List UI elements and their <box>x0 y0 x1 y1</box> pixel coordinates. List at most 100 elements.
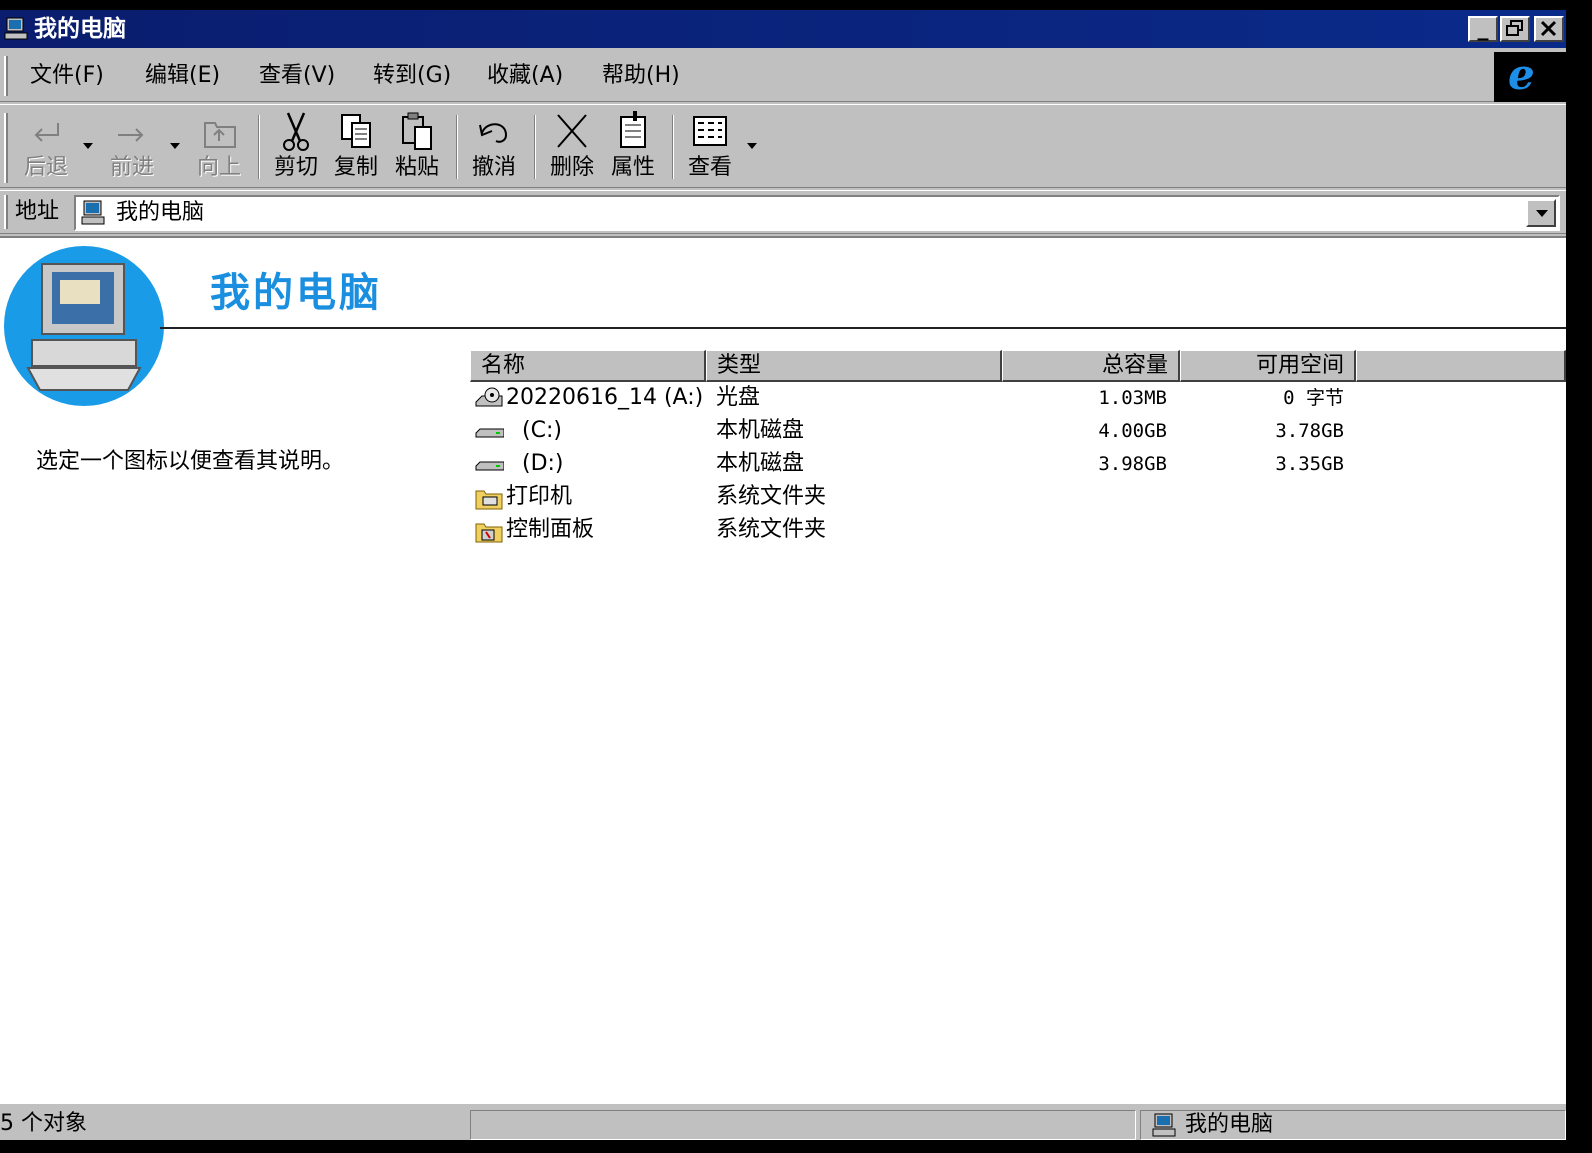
row-total-size: 3.98GB <box>1098 453 1167 475</box>
restore-button[interactable] <box>1500 16 1530 42</box>
views-label: 查看 <box>687 155 732 180</box>
my-computer-large-icon <box>4 246 164 406</box>
menu-view[interactable]: 查看(V) <box>259 62 335 90</box>
screen-edge <box>1566 0 1592 1153</box>
row-type: 本机磁盘 <box>716 451 805 476</box>
menu-grip[interactable] <box>4 56 8 96</box>
status-bar: 5 个对象 我的电脑 <box>0 1106 1566 1140</box>
address-grip[interactable] <box>4 195 8 229</box>
row-free-space: 3.35GB <box>1275 453 1344 475</box>
paste-button[interactable]: 粘贴 <box>388 109 446 183</box>
forward-dropdown-icon[interactable] <box>170 143 180 149</box>
paste-label: 粘贴 <box>394 155 439 180</box>
menu-help[interactable]: 帮助(H) <box>602 62 680 90</box>
undo-icon <box>479 123 508 143</box>
printers-folder-icon <box>475 490 503 510</box>
ie-logo: e <box>1494 50 1566 102</box>
chevron-down-icon <box>1536 210 1548 217</box>
explorer-window: 我的电脑 _ 文件(F) 编辑(E) 查看(V) 转到(G) 收藏(A) 帮助(… <box>0 10 1566 1140</box>
scissors-icon <box>283 112 309 151</box>
list-row-a-drive[interactable]: 20220616_14 (A:) 光盘 1.03MB 0 字节 <box>470 382 1566 415</box>
delete-label: 删除 <box>549 155 594 180</box>
back-dropdown-icon[interactable] <box>83 143 93 149</box>
back-button[interactable]: 后退 <box>18 109 74 183</box>
forward-label: 前进 <box>109 155 154 180</box>
details-list[interactable]: 名称 类型 总容量 可用空间 20220616_14 (A:) 光盘 1.03M… <box>470 350 1566 547</box>
title-bar[interactable]: 我的电脑 _ <box>0 10 1566 48</box>
address-value: 我的电脑 <box>116 200 205 225</box>
column-header-name[interactable]: 名称 <box>470 350 706 382</box>
my-computer-icon <box>81 200 105 225</box>
back-arrow-icon <box>34 123 59 142</box>
selection-info-text: 选定一个图标以便查看其说明。 <box>36 449 345 474</box>
properties-label: 属性 <box>610 155 655 180</box>
toolbar-separator <box>534 115 536 179</box>
column-header-free-label: 可用空间 <box>1255 353 1344 378</box>
cut-button[interactable]: 剪切 <box>268 109 324 183</box>
ie-logo-icon: e <box>1508 50 1535 99</box>
menu-go[interactable]: 转到(G) <box>373 62 451 90</box>
page-title: 我的电脑 <box>210 270 382 316</box>
address-dropdown-button[interactable] <box>1526 199 1556 227</box>
list-row-printers[interactable]: 打印机 系统文件夹 <box>470 481 1566 514</box>
views-dropdown-icon[interactable] <box>747 143 757 149</box>
menu-bar: 文件(F) 编辑(E) 查看(V) 转到(G) 收藏(A) 帮助(H) e <box>0 50 1566 102</box>
my-computer-icon <box>4 17 28 40</box>
copy-button[interactable]: 复制 <box>328 109 384 183</box>
list-row-control-panel[interactable]: 控制面板 系统文件夹 <box>470 514 1566 547</box>
list-row-c-drive[interactable]: (C:) 本机磁盘 4.00GB 3.78GB <box>470 415 1566 448</box>
copy-icon <box>341 114 371 148</box>
close-icon <box>1540 20 1557 37</box>
hard-drive-icon <box>475 461 504 471</box>
my-computer-icon <box>1152 1113 1176 1137</box>
row-name: 20220616_14 (A:) <box>506 385 704 410</box>
menu-favorites[interactable]: 收藏(A) <box>487 62 563 90</box>
close-button[interactable] <box>1534 16 1564 42</box>
row-name: 打印机 <box>506 484 573 509</box>
menu-edit[interactable]: 编辑(E) <box>145 62 220 90</box>
column-header-free-space[interactable]: 可用空间 <box>1180 350 1356 382</box>
column-header-type-label: 类型 <box>717 353 762 378</box>
row-name: 控制面板 <box>506 517 595 542</box>
properties-button[interactable]: 属性 <box>604 109 662 183</box>
column-header-total-size[interactable]: 总容量 <box>1002 350 1180 382</box>
views-button[interactable]: 查看 <box>682 109 738 183</box>
menu-file[interactable]: 文件(F) <box>30 62 104 90</box>
toolbar-separator <box>258 115 260 179</box>
column-header-type[interactable]: 类型 <box>706 350 1002 382</box>
row-free-space: 3.78GB <box>1275 420 1344 442</box>
undo-button[interactable]: 撤消 <box>466 109 522 183</box>
column-header-total-label: 总容量 <box>1101 353 1168 378</box>
row-type: 系统文件夹 <box>716 517 827 542</box>
column-header-name-label: 名称 <box>481 353 526 378</box>
paste-icon <box>402 112 432 150</box>
standard-toolbar: 后退 前进 向上 剪切 复制 粘贴 撤消 删除 属性 查看 <box>0 104 1566 188</box>
up-folder-icon <box>204 122 236 148</box>
row-type: 系统文件夹 <box>716 484 827 509</box>
hard-drive-icon <box>475 428 504 438</box>
toolbar-separator <box>672 115 674 179</box>
status-location-panel: 我的电脑 <box>1140 1110 1566 1140</box>
status-object-count: 5 个对象 <box>0 1111 87 1136</box>
forward-button[interactable]: 前进 <box>102 109 162 183</box>
list-row-d-drive[interactable]: (D:) 本机磁盘 3.98GB 3.35GB <box>470 448 1566 481</box>
forward-arrow-icon <box>118 128 144 142</box>
undo-label: 撤消 <box>471 155 516 180</box>
restore-icon <box>1506 20 1523 36</box>
delete-button[interactable]: 删除 <box>544 109 600 183</box>
up-button[interactable]: 向上 <box>190 109 248 183</box>
control-panel-folder-icon <box>475 523 503 543</box>
column-header-filler <box>1356 350 1566 382</box>
row-type: 光盘 <box>716 385 761 410</box>
address-input[interactable]: 我的电脑 <box>74 195 1560 231</box>
minimize-button[interactable]: _ <box>1468 16 1498 42</box>
folder-view: 我的电脑 选定一个图标以便查看其说明。 名称 类型 总容量 可用空间 20220… <box>0 236 1566 1104</box>
row-name: (C:) <box>522 418 562 443</box>
row-total-size: 4.00GB <box>1098 420 1167 442</box>
toolbar-grip[interactable] <box>4 113 8 183</box>
row-free-space: 0 字节 <box>1283 387 1344 409</box>
address-bar: 地址 我的电脑 <box>0 190 1566 234</box>
toolbar-separator <box>456 115 458 179</box>
up-label: 向上 <box>196 155 241 180</box>
status-middle-panel <box>470 1110 1136 1140</box>
